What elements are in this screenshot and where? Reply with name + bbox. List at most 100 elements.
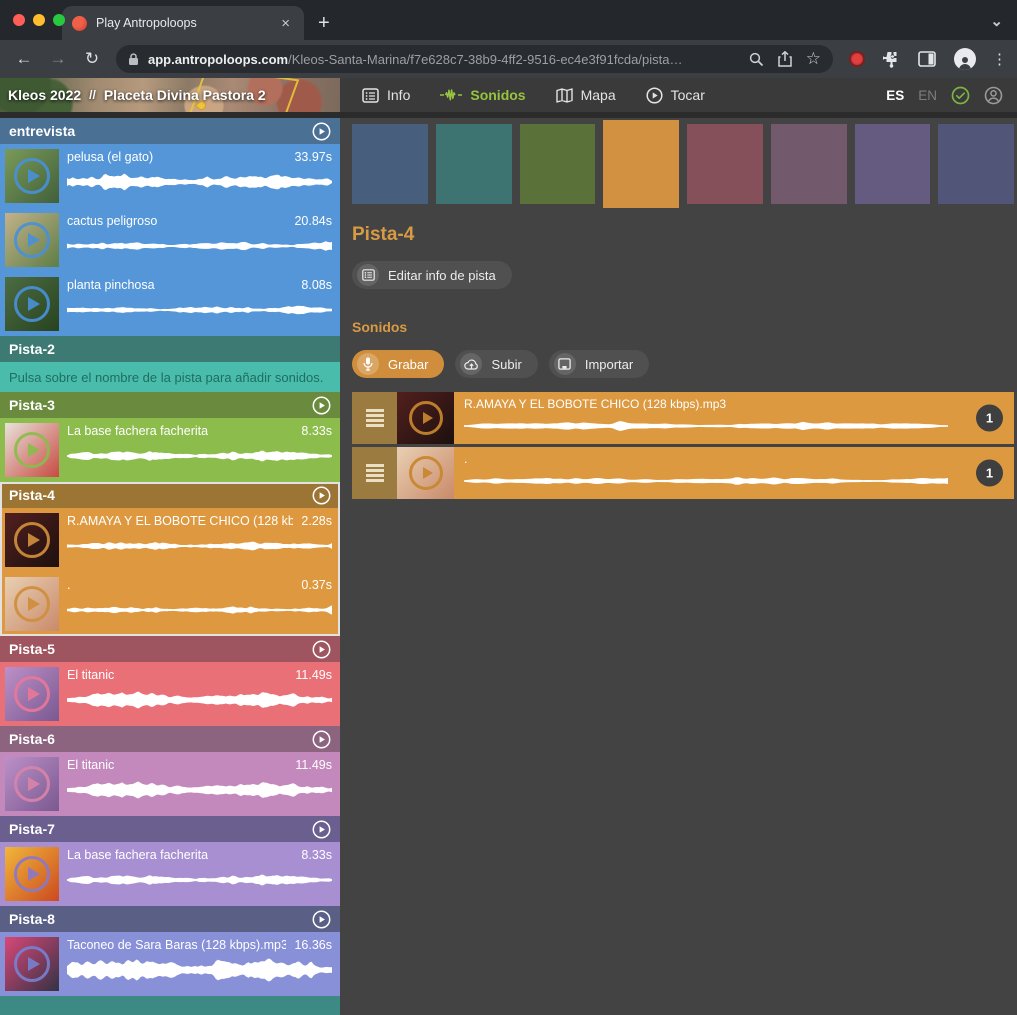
track-play-button[interactable] bbox=[312, 396, 331, 415]
audio-clip[interactable]: planta pinchosa 8.08s bbox=[0, 272, 340, 336]
drag-handle-icon[interactable] bbox=[352, 447, 397, 499]
audio-clip[interactable]: El titanic 11.49s bbox=[0, 752, 340, 816]
audio-clip[interactable]: . 0.37s bbox=[0, 572, 340, 636]
sidebar-track-header[interactable]: Pista-8 bbox=[0, 906, 340, 932]
sidebar-track: Pista-6 El titanic 11.49s bbox=[0, 726, 340, 816]
clip-play-icon[interactable] bbox=[14, 946, 50, 982]
record-button[interactable]: Grabar bbox=[352, 350, 444, 378]
audio-clip[interactable]: R.AMAYA Y EL BOBOTE CHICO (128 kbps)....… bbox=[0, 508, 340, 572]
share-icon[interactable] bbox=[778, 51, 792, 67]
clip-thumbnail[interactable] bbox=[5, 277, 59, 331]
track-play-button[interactable] bbox=[312, 122, 331, 141]
clip-play-icon[interactable] bbox=[14, 766, 50, 802]
edit-track-info-button[interactable]: Editar info de pista bbox=[352, 261, 512, 289]
sound-row[interactable]: R.AMAYA Y EL BOBOTE CHICO (128 kbps).mp3… bbox=[352, 392, 1014, 444]
upload-button[interactable]: Subir bbox=[455, 350, 537, 378]
sidebar-track-header[interactable]: Pista-2 bbox=[0, 336, 340, 362]
track-play-button[interactable] bbox=[312, 486, 331, 505]
extensions-puzzle-icon[interactable] bbox=[883, 51, 900, 68]
audio-clip[interactable]: La base fachera facherita 8.33s bbox=[0, 842, 340, 906]
tab-info[interactable]: Info bbox=[362, 87, 410, 103]
clip-thumbnail[interactable] bbox=[5, 667, 59, 721]
browser-menu-icon[interactable]: ⋮ bbox=[992, 50, 1007, 68]
track-swatch[interactable] bbox=[687, 124, 763, 204]
clip-play-icon[interactable] bbox=[14, 286, 50, 322]
clip-play-icon[interactable] bbox=[14, 158, 50, 194]
track-play-button[interactable] bbox=[312, 640, 331, 659]
clip-play-icon[interactable] bbox=[14, 432, 50, 468]
minimize-window-button[interactable] bbox=[33, 14, 45, 26]
sound-row[interactable]: . 1 bbox=[352, 447, 1014, 499]
tab-tocar[interactable]: Tocar bbox=[646, 87, 705, 104]
account-icon[interactable] bbox=[984, 86, 1003, 105]
track-play-button[interactable] bbox=[312, 820, 331, 839]
lang-en[interactable]: EN bbox=[918, 88, 937, 103]
track-swatch[interactable] bbox=[603, 120, 679, 208]
profile-avatar[interactable] bbox=[954, 48, 976, 70]
sound-play-icon[interactable] bbox=[409, 456, 443, 490]
lock-icon bbox=[128, 53, 139, 66]
back-button[interactable]: ← bbox=[10, 49, 38, 69]
clip-thumbnail[interactable] bbox=[5, 847, 59, 901]
breadcrumb-scene[interactable]: Placeta Divina Pastora 2 bbox=[104, 87, 266, 103]
address-bar[interactable]: app.antropoloops.com /Kleos-Santa-Marina… bbox=[116, 45, 833, 73]
sync-check-icon[interactable] bbox=[951, 86, 970, 105]
reload-button[interactable]: ↻ bbox=[78, 49, 106, 69]
drag-handle-icon[interactable] bbox=[352, 392, 397, 444]
clip-thumbnail[interactable] bbox=[5, 757, 59, 811]
sidebar-track-header[interactable]: Pista-5 bbox=[0, 636, 340, 662]
clip-thumbnail[interactable] bbox=[5, 149, 59, 203]
tab-sonidos[interactable]: Sonidos bbox=[440, 87, 525, 103]
track-swatch[interactable] bbox=[520, 124, 596, 204]
sidebar-track-header[interactable]: Pista-7 bbox=[0, 816, 340, 842]
clip-thumbnail[interactable] bbox=[5, 937, 59, 991]
tab-mapa[interactable]: Mapa bbox=[556, 87, 616, 103]
tab-mapa-label: Mapa bbox=[581, 87, 616, 103]
sidebar-track-header[interactable]: Pista-3 bbox=[0, 392, 340, 418]
track-play-button[interactable] bbox=[312, 910, 331, 929]
audio-clip[interactable]: El titanic 11.49s bbox=[0, 662, 340, 726]
bookmark-star-icon[interactable]: ☆ bbox=[806, 49, 821, 69]
clip-thumbnail[interactable] bbox=[5, 423, 59, 477]
audio-clip[interactable]: pelusa (el gato) 33.97s bbox=[0, 144, 340, 208]
browser-tab[interactable]: Play Antropoloops × bbox=[62, 6, 304, 40]
tab-search-chevron-icon[interactable]: ⌄ bbox=[990, 12, 1003, 30]
forward-button[interactable]: → bbox=[44, 49, 72, 69]
new-tab-button[interactable]: + bbox=[318, 6, 330, 40]
track-play-button[interactable] bbox=[312, 730, 331, 749]
audio-clip[interactable]: La base fachera facherita 8.33s bbox=[0, 418, 340, 482]
zoom-window-button[interactable] bbox=[53, 14, 65, 26]
clip-play-icon[interactable] bbox=[14, 522, 50, 558]
sound-thumbnail[interactable] bbox=[397, 447, 454, 499]
url-path: /Kleos-Santa-Marina/f7e628c7-38b9-4ff2-9… bbox=[288, 52, 735, 67]
sidebar-track-header[interactable]: Pista-6 bbox=[0, 726, 340, 752]
recorder-extension-icon[interactable] bbox=[849, 51, 865, 67]
track-swatch[interactable] bbox=[352, 124, 428, 204]
side-panel-icon[interactable] bbox=[918, 51, 936, 67]
clip-thumbnail[interactable] bbox=[5, 213, 59, 267]
close-window-button[interactable] bbox=[13, 14, 25, 26]
track-swatch[interactable] bbox=[436, 124, 512, 204]
sound-thumbnail[interactable] bbox=[397, 392, 454, 444]
import-button[interactable]: Importar bbox=[549, 350, 649, 378]
clip-play-icon[interactable] bbox=[14, 856, 50, 892]
lang-es[interactable]: ES bbox=[886, 88, 904, 103]
track-swatch[interactable] bbox=[938, 124, 1014, 204]
clip-play-icon[interactable] bbox=[14, 586, 50, 622]
tab-close-icon[interactable]: × bbox=[277, 15, 294, 32]
map-thumbnail[interactable]: Kleos 2022 // Placeta Divina Pastora 2 bbox=[0, 78, 340, 112]
audio-clip[interactable]: cactus peligroso 20.84s bbox=[0, 208, 340, 272]
sound-play-icon[interactable] bbox=[409, 401, 443, 435]
breadcrumb-project[interactable]: Kleos 2022 bbox=[8, 87, 81, 103]
clip-play-icon[interactable] bbox=[14, 676, 50, 712]
track-swatch[interactable] bbox=[771, 124, 847, 204]
sidebar-track-header[interactable]: entrevista bbox=[0, 118, 340, 144]
clip-thumbnail[interactable] bbox=[5, 513, 59, 567]
clip-play-icon[interactable] bbox=[14, 222, 50, 258]
sidebar-track-header[interactable]: Pista-4 bbox=[0, 482, 340, 508]
track-swatch[interactable] bbox=[855, 124, 931, 204]
audio-clip[interactable]: Taconeo de Sara Baras (128 kbps).mp3 16.… bbox=[0, 932, 340, 996]
clip-thumbnail[interactable] bbox=[5, 577, 59, 631]
clip-duration: 0.37s bbox=[301, 578, 332, 592]
zoom-page-icon[interactable] bbox=[749, 52, 764, 67]
